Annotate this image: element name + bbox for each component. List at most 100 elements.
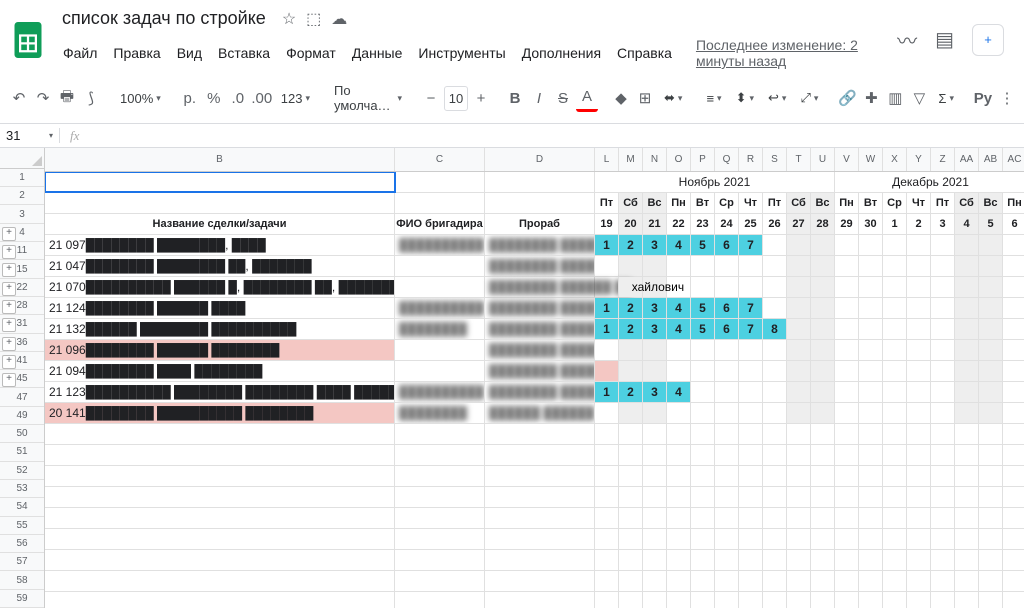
cell[interactable] <box>931 445 955 465</box>
cell[interactable] <box>763 340 787 360</box>
cell[interactable] <box>395 424 485 444</box>
cell[interactable] <box>619 487 643 507</box>
cell[interactable] <box>787 319 811 339</box>
cell[interactable]: 4 <box>667 298 691 318</box>
row-header[interactable]: 2 <box>0 187 44 205</box>
cell[interactable]: 25 <box>739 214 763 234</box>
cell[interactable] <box>859 487 883 507</box>
cell[interactable]: 7 <box>739 235 763 255</box>
cell[interactable]: 3 <box>643 235 667 255</box>
cell[interactable] <box>619 592 643 608</box>
col-header-D[interactable]: D <box>485 148 595 171</box>
cell[interactable] <box>595 592 619 608</box>
cell[interactable]: 3 <box>931 214 955 234</box>
cell[interactable] <box>835 403 859 423</box>
cell[interactable] <box>787 487 811 507</box>
cell[interactable] <box>715 571 739 591</box>
percent-button[interactable]: % <box>203 86 225 111</box>
number-format-button[interactable]: 123 <box>275 87 316 110</box>
cell[interactable]: 4 <box>667 382 691 402</box>
cell[interactable] <box>979 382 1003 402</box>
cell[interactable]: 19 <box>595 214 619 234</box>
cell[interactable] <box>739 508 763 528</box>
cell[interactable] <box>739 571 763 591</box>
cell[interactable] <box>739 550 763 570</box>
cell[interactable] <box>955 508 979 528</box>
cell[interactable]: ████████ ██████ <box>485 235 595 255</box>
cell[interactable] <box>907 403 931 423</box>
zoom-selector[interactable]: 100% <box>114 87 167 110</box>
cell[interactable] <box>979 277 1003 297</box>
cell[interactable] <box>691 487 715 507</box>
menu-edit[interactable]: Правка <box>106 41 167 65</box>
col-header-B[interactable]: B <box>45 148 395 171</box>
cell[interactable] <box>979 361 1003 381</box>
cell[interactable]: 26 <box>763 214 787 234</box>
cell[interactable] <box>691 529 715 549</box>
cell[interactable] <box>931 235 955 255</box>
cell-task[interactable]: 21 047 ████████ ████████ ██, ███████ <box>45 256 395 276</box>
font-size-dec[interactable]: − <box>420 86 442 111</box>
cell[interactable]: Прораб <box>485 214 595 234</box>
cell[interactable]: 1 <box>595 235 619 255</box>
cell[interactable] <box>619 529 643 549</box>
cell[interactable] <box>787 508 811 528</box>
cell[interactable] <box>883 340 907 360</box>
col-header-T[interactable]: T <box>787 148 811 171</box>
cell[interactable] <box>45 592 395 608</box>
cell[interactable] <box>715 403 739 423</box>
toolbar-more-button[interactable]: ⋮ <box>996 85 1018 111</box>
cell[interactable] <box>859 571 883 591</box>
row-header[interactable]: 54 <box>0 498 44 516</box>
cell[interactable] <box>979 235 1003 255</box>
cell[interactable] <box>811 340 835 360</box>
cell[interactable] <box>955 235 979 255</box>
cell[interactable] <box>45 424 395 444</box>
cell[interactable] <box>835 508 859 528</box>
cell[interactable] <box>395 193 485 213</box>
cell[interactable] <box>715 550 739 570</box>
cell[interactable] <box>907 508 931 528</box>
cell[interactable] <box>691 550 715 570</box>
cell[interactable] <box>787 298 811 318</box>
cell[interactable] <box>619 424 643 444</box>
cell[interactable] <box>763 466 787 486</box>
cell[interactable] <box>859 382 883 402</box>
cell[interactable] <box>691 466 715 486</box>
cell[interactable] <box>835 571 859 591</box>
cell[interactable]: ████████ █████ <box>485 319 595 339</box>
cell[interactable] <box>691 403 715 423</box>
cell[interactable]: Ноябрь 2021 <box>595 172 835 192</box>
cell[interactable]: Пн <box>667 193 691 213</box>
cell[interactable] <box>763 487 787 507</box>
cell[interactable] <box>715 424 739 444</box>
cell[interactable] <box>955 319 979 339</box>
cell[interactable]: 4 <box>955 214 979 234</box>
cell[interactable] <box>619 550 643 570</box>
cell[interactable] <box>859 592 883 608</box>
cell[interactable]: 3 <box>643 298 667 318</box>
cell[interactable]: 7 <box>739 298 763 318</box>
cell[interactable] <box>691 361 715 381</box>
cell[interactable]: 24 <box>715 214 739 234</box>
cell[interactable] <box>787 361 811 381</box>
cell[interactable] <box>715 487 739 507</box>
star-icon[interactable]: ☆ <box>282 9 296 29</box>
menu-addons[interactable]: Дополнения <box>515 41 608 65</box>
cell[interactable]: 2 <box>619 235 643 255</box>
cell[interactable]: 8 <box>763 319 787 339</box>
row-header[interactable]: 11 <box>0 242 44 260</box>
cell[interactable]: ████████ ███████ <box>485 361 595 381</box>
cell[interactable] <box>883 445 907 465</box>
cell[interactable]: Вт <box>859 193 883 213</box>
cell[interactable] <box>1003 340 1024 360</box>
cell[interactable] <box>811 403 835 423</box>
col-header-AC[interactable]: AC <box>1003 148 1024 171</box>
cell[interactable]: 28 <box>811 214 835 234</box>
cell[interactable] <box>485 172 595 192</box>
cell[interactable] <box>691 256 715 276</box>
cell[interactable] <box>763 529 787 549</box>
last-edit-link[interactable]: Последнее изменение: 2 минуты назад <box>689 33 889 73</box>
cell[interactable] <box>45 550 395 570</box>
cell[interactable] <box>691 445 715 465</box>
